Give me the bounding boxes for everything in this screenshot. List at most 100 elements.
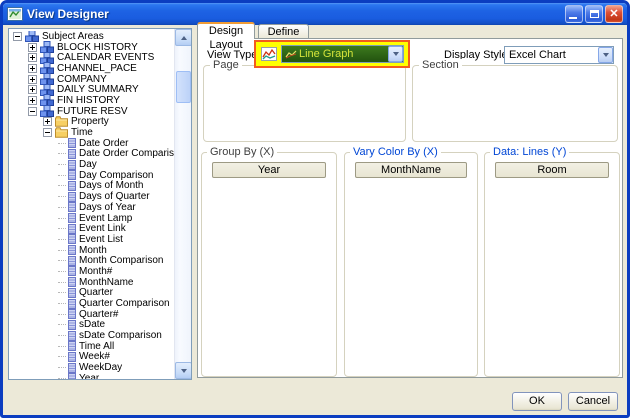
tree-item[interactable]: FIN HISTORY [9, 95, 174, 106]
drop-zone-label: Data: Lines (Y) [490, 146, 569, 158]
tree-connector [58, 175, 66, 176]
scroll-up-button[interactable] [175, 29, 192, 46]
tree-item[interactable]: FUTURE RESV [9, 106, 174, 117]
column-icon [68, 245, 76, 255]
design-layout-panel: View Type : Line Graph [197, 38, 623, 378]
tree-connector [58, 282, 66, 283]
expand-plus-icon[interactable] [28, 96, 37, 105]
view-designer-window: View Designer ✕ Subject AreasBLOCK HISTO… [0, 0, 630, 418]
tree-item[interactable]: CHANNEL_PACE [9, 63, 174, 74]
tree-item[interactable]: sDate Comparison [9, 330, 174, 341]
page-dropzone[interactable]: Page [203, 65, 406, 142]
tree-item[interactable]: Month# [9, 266, 174, 277]
tree-item-label: Day [76, 159, 97, 170]
subject-areas-tree: Subject AreasBLOCK HISTORYCALENDAR EVENT… [8, 28, 192, 380]
column-icon [68, 309, 76, 319]
tree-item[interactable]: CALENDAR EVENTS [9, 52, 174, 63]
collapse-minus-icon[interactable] [43, 128, 52, 137]
view-type-dropdown[interactable]: Line Graph [281, 45, 404, 63]
tree-item[interactable]: Quarter Comparison [9, 298, 174, 309]
ok-button[interactable]: OK [512, 392, 562, 411]
tree-connector [58, 250, 66, 251]
tree-item[interactable]: Date Order Comparison [9, 149, 174, 160]
tree-item[interactable]: Month Comparison [9, 255, 174, 266]
arrow-up-icon [181, 36, 187, 40]
expand-plus-icon[interactable] [28, 64, 37, 73]
tree-item[interactable]: sDate [9, 320, 174, 331]
tree-item[interactable]: Day [9, 159, 174, 170]
column-icon [68, 160, 76, 170]
drop-zone[interactable]: Vary Color By (X)MonthName [344, 152, 478, 377]
tree-scrollbar[interactable] [174, 29, 191, 379]
expand-plus-icon[interactable] [28, 85, 37, 94]
scrollbar-thumb[interactable] [176, 71, 191, 103]
tree-item[interactable]: Week# [9, 352, 174, 363]
tree-item-label: Time All [76, 341, 114, 352]
tree-item[interactable]: Property [9, 117, 174, 128]
tree-item[interactable]: Days of Month [9, 181, 174, 192]
close-button[interactable]: ✕ [605, 5, 623, 23]
drop-zone-item[interactable]: Year [212, 162, 326, 178]
drop-zone[interactable]: Group By (X)Year [201, 152, 337, 377]
tab-define-filters[interactable]: Define Filters [258, 24, 309, 39]
tree-item[interactable]: Date Order [9, 138, 174, 149]
maximize-button[interactable] [585, 5, 603, 23]
tree-item-label: Event List [76, 234, 123, 245]
display-style-dropdown[interactable]: Excel Chart [504, 46, 614, 64]
tree-item-label: WeekDay [76, 362, 122, 373]
tree-connector [58, 239, 66, 240]
tree-item-label: Month Comparison [76, 255, 163, 266]
tree-item[interactable]: Event Link [9, 223, 174, 234]
drop-zone[interactable]: Data: Lines (Y)Room [484, 152, 620, 377]
column-icon [68, 331, 76, 341]
window-title: View Designer [27, 7, 563, 21]
tree-item[interactable]: WeekDay [9, 362, 174, 373]
folder-icon [55, 116, 68, 127]
expand-plus-icon[interactable] [43, 117, 52, 126]
section-dropzone[interactable]: Section [412, 65, 618, 142]
display-style-dropdown-button[interactable] [598, 47, 613, 63]
tree-item[interactable]: DAILY SUMMARY [9, 84, 174, 95]
tree-item[interactable]: BLOCK HISTORY [9, 42, 174, 53]
tree-item[interactable]: Time All [9, 341, 174, 352]
collapse-minus-icon[interactable] [28, 107, 37, 116]
tree-connector [58, 207, 66, 208]
tree-item-label: Quarter# [76, 309, 118, 320]
tree-item[interactable]: Year [9, 373, 174, 379]
column-icon [68, 224, 76, 234]
tree-item[interactable]: Quarter [9, 288, 174, 299]
tree-connector [58, 292, 66, 293]
tree-item[interactable]: Days of Year [9, 202, 174, 213]
collapse-minus-icon[interactable] [13, 32, 22, 41]
tree-item-label: Days of Year [76, 202, 136, 213]
tree-item[interactable]: Days of Quarter [9, 191, 174, 202]
tree-item[interactable]: COMPANY [9, 74, 174, 85]
drop-zone-item[interactable]: MonthName [355, 162, 467, 178]
cancel-button[interactable]: Cancel [568, 392, 618, 411]
tree-item[interactable]: MonthName [9, 277, 174, 288]
tree-item-label: sDate [76, 319, 105, 330]
column-icon [68, 373, 76, 379]
column-icon [68, 192, 76, 202]
chevron-down-icon [393, 52, 399, 56]
minimize-button[interactable] [565, 5, 583, 23]
tree-item[interactable]: Quarter# [9, 309, 174, 320]
tree-item[interactable]: Day Comparison [9, 170, 174, 181]
expand-plus-icon[interactable] [28, 75, 37, 84]
tree-item[interactable]: Time [9, 127, 174, 138]
expand-plus-icon[interactable] [28, 43, 37, 52]
scroll-down-button[interactable] [175, 362, 192, 379]
tree-item-label: DAILY SUMMARY [54, 84, 139, 95]
tree-connector [58, 303, 66, 304]
expand-plus-icon[interactable] [28, 53, 37, 62]
view-type-dropdown-button[interactable] [388, 46, 403, 62]
tree-item[interactable]: Event Lamp [9, 213, 174, 224]
tree-item[interactable]: Event List [9, 234, 174, 245]
tree-item[interactable]: Month [9, 245, 174, 256]
section-label: Section [419, 59, 462, 71]
close-icon: ✕ [609, 9, 618, 20]
tab-design-layout[interactable]: Design Layout [197, 22, 255, 39]
tree-item-label: Week# [76, 351, 110, 362]
tree-item[interactable]: Subject Areas [9, 31, 174, 42]
drop-zone-item[interactable]: Room [495, 162, 609, 178]
